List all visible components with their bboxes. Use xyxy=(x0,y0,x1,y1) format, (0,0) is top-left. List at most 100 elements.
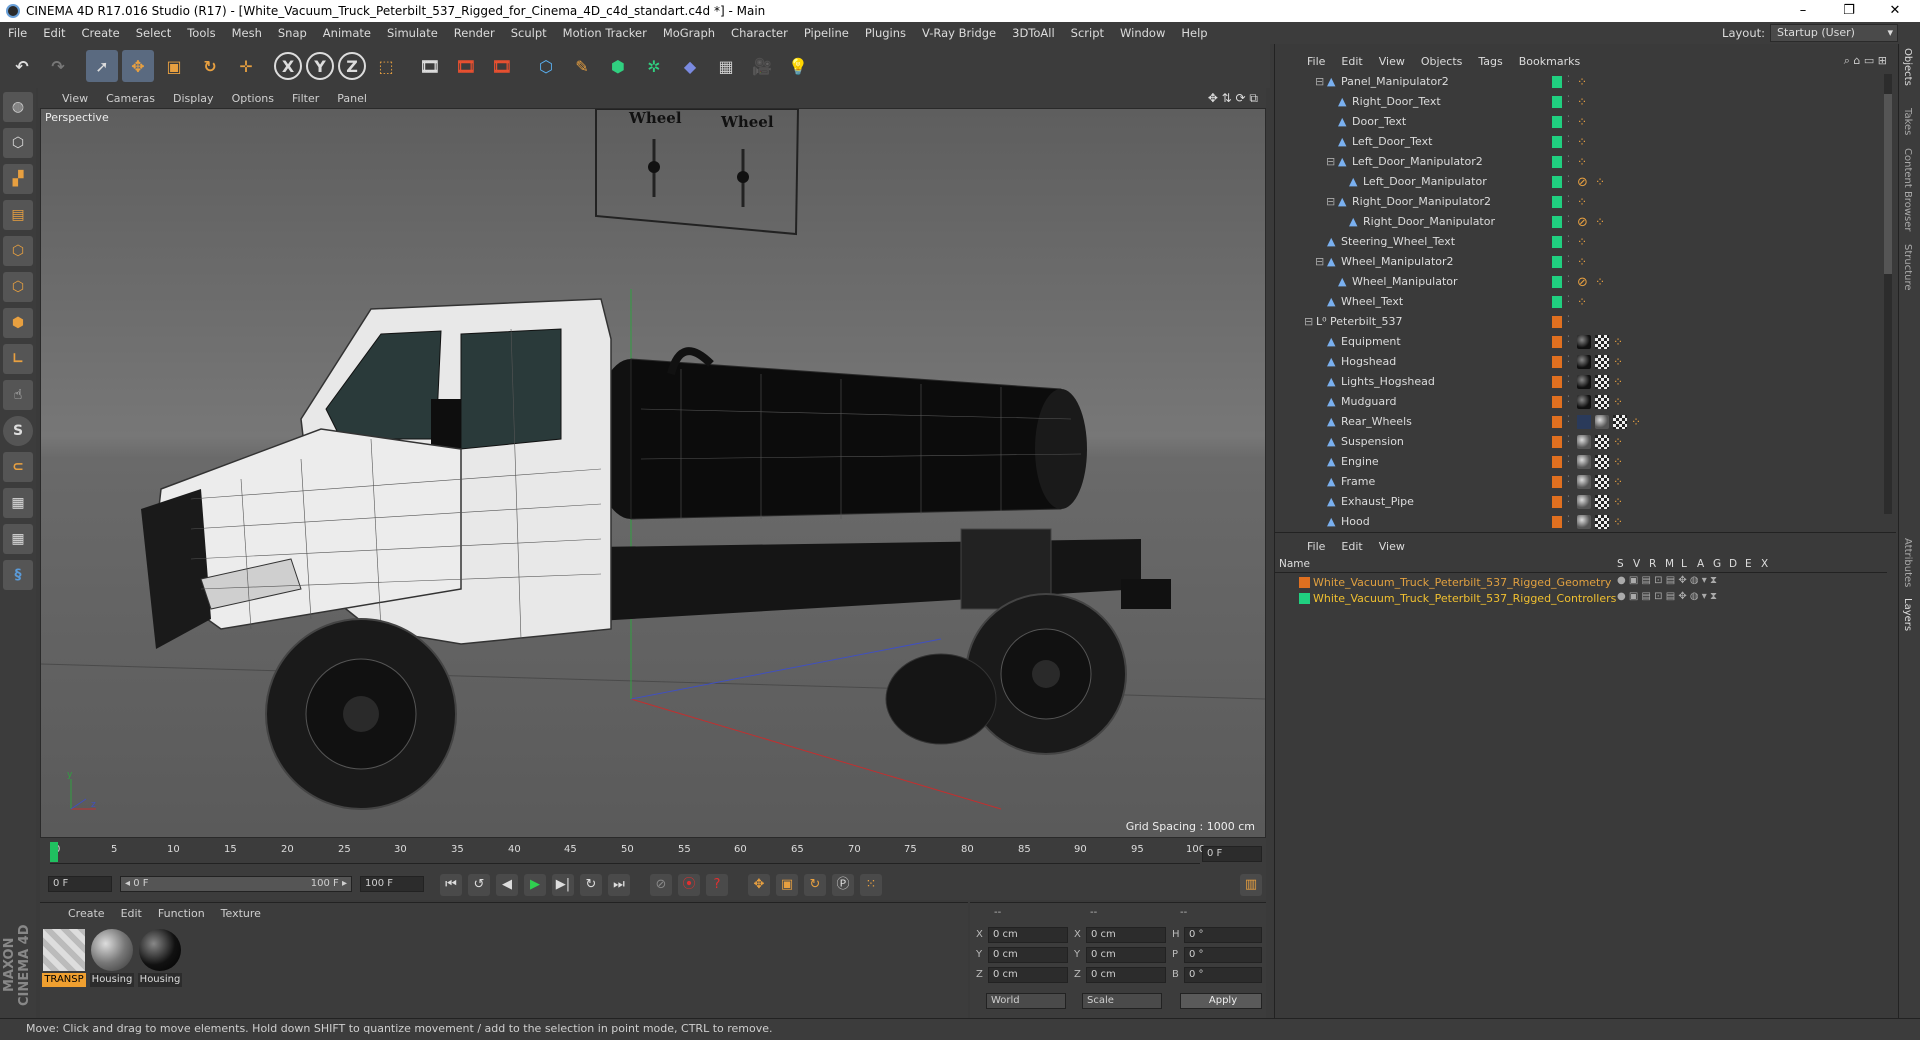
object-name[interactable]: Lights_Hogshead xyxy=(1341,375,1435,388)
object-row[interactable]: ▲ Engine ⁚ ⁘ xyxy=(1275,452,1887,472)
rotation-p-field[interactable]: 0 ° xyxy=(1184,947,1262,963)
python-icon[interactable]: § xyxy=(3,560,33,590)
key-rotation-icon[interactable]: ↻ xyxy=(804,874,826,896)
object-name[interactable]: Wheel_Manipulator2 xyxy=(1341,255,1454,268)
visibility-dots-icon[interactable]: ⁚ xyxy=(1567,195,1570,205)
layer-color-indicator[interactable] xyxy=(1552,196,1562,208)
perspective-viewport[interactable]: Perspective Wheel Wheel y z Grid Spacing… xyxy=(40,108,1266,838)
layer-name[interactable]: White_Vacuum_Truck_Peterbilt_537_Rigged_… xyxy=(1313,576,1611,589)
layer-color-indicator[interactable] xyxy=(1552,496,1562,508)
layer-color-indicator[interactable] xyxy=(1552,336,1562,348)
xpresso-tag-icon[interactable]: ⁘ xyxy=(1577,195,1591,209)
layer-menu-edit[interactable]: Edit xyxy=(1333,540,1370,553)
coordinate-system-icon[interactable]: ⬚ xyxy=(370,50,402,82)
material-tag-icon[interactable] xyxy=(1577,395,1591,409)
pen-spline-icon[interactable]: ✎ xyxy=(566,50,598,82)
texture-tag-icon[interactable] xyxy=(1595,475,1609,489)
previous-key-icon[interactable]: ↺ xyxy=(468,874,490,896)
obj-menu-edit[interactable]: Edit xyxy=(1333,55,1370,68)
mat-menu-texture[interactable]: Texture xyxy=(213,907,269,920)
material-swatch-transp[interactable]: TRANSP xyxy=(42,929,86,987)
tweak-icon[interactable]: ☝ xyxy=(3,380,33,410)
expand-toggle-icon[interactable]: ⊟ xyxy=(1326,195,1336,208)
object-row[interactable]: ⊟ ▲ Left_Door_Manipulator2 ⁚ ⁘ xyxy=(1275,152,1887,172)
menu-help[interactable]: Help xyxy=(1173,26,1215,40)
size-y-field[interactable]: 0 cm xyxy=(1086,947,1166,963)
xpresso-tag-icon[interactable]: ⁘ xyxy=(1631,415,1645,429)
object-name[interactable]: Right_Door_Manipulator xyxy=(1363,215,1495,228)
xpresso-tag-icon[interactable]: ⁘ xyxy=(1577,295,1591,309)
workplane-lock-icon[interactable]: ▦ xyxy=(3,488,33,518)
go-to-start-icon[interactable]: ⏮ xyxy=(440,874,462,896)
object-name[interactable]: Left_Door_Manipulator xyxy=(1363,175,1487,188)
position-x-field[interactable]: 0 cm xyxy=(988,927,1068,943)
expand-toggle-icon[interactable]: ⊟ xyxy=(1315,75,1325,88)
visibility-dots-icon[interactable]: ⁚ xyxy=(1567,215,1570,225)
xpresso-tag-icon[interactable]: ⁘ xyxy=(1613,375,1627,389)
xpresso-tag-icon[interactable]: ⁘ xyxy=(1577,95,1591,109)
xpresso-tag-icon[interactable]: ⁘ xyxy=(1577,75,1591,89)
layer-color-indicator[interactable] xyxy=(1552,516,1562,528)
object-name[interactable]: Panel_Manipulator2 xyxy=(1341,75,1449,88)
cloner-icon[interactable]: ✲ xyxy=(638,50,670,82)
object-name[interactable]: Steering_Wheel_Text xyxy=(1341,235,1455,248)
material-tag-icon[interactable] xyxy=(1577,435,1591,449)
layer-color-indicator[interactable] xyxy=(1552,96,1562,108)
subdivision-surface-icon[interactable]: ⬢ xyxy=(602,50,634,82)
layer-color-indicator[interactable] xyxy=(1552,116,1562,128)
next-key-icon[interactable]: ↻ xyxy=(580,874,602,896)
object-row[interactable]: ▲ Lights_Hogshead ⁚ ⁘ xyxy=(1275,372,1887,392)
visibility-dots-icon[interactable]: ⁚ xyxy=(1567,175,1570,185)
current-frame-field[interactable]: 0 F xyxy=(1202,846,1262,862)
scrollbar-thumb[interactable] xyxy=(1884,94,1892,274)
visibility-dots-icon[interactable]: ⁚ xyxy=(1567,375,1570,385)
visibility-dots-icon[interactable]: ⁚ xyxy=(1567,395,1570,405)
layer-color-swatch[interactable] xyxy=(1299,593,1310,604)
menu-mograph[interactable]: MoGraph xyxy=(655,26,723,40)
cube-primitive-icon[interactable]: ⬡ xyxy=(530,50,562,82)
render-picture-viewer-icon[interactable]: 🎞 xyxy=(450,50,482,82)
object-name[interactable]: Left_Door_Manipulator2 xyxy=(1352,155,1483,168)
xpresso-tag-icon[interactable]: ⁘ xyxy=(1613,355,1627,369)
layer-color-indicator[interactable] xyxy=(1552,256,1562,268)
live-selection-icon[interactable]: ✛ xyxy=(230,50,262,82)
texture-tag-icon[interactable] xyxy=(1595,375,1609,389)
layer-color-indicator[interactable] xyxy=(1552,176,1562,188)
vp-menu-cameras[interactable]: Cameras xyxy=(97,92,164,105)
object-row[interactable]: ▲ Left_Door_Manipulator ⁚ ⊘ ⁘ xyxy=(1275,172,1887,192)
material-tag-icon[interactable] xyxy=(1577,495,1591,509)
visibility-dots-icon[interactable]: ⁚ xyxy=(1567,455,1570,465)
obj-menu-file[interactable]: File xyxy=(1299,55,1333,68)
menu-edit[interactable]: Edit xyxy=(35,26,73,40)
select-arrow-icon[interactable]: ➚ xyxy=(86,50,118,82)
apply-button[interactable]: Apply xyxy=(1180,993,1262,1009)
material-swatch-housing-1[interactable]: Housing xyxy=(90,929,134,987)
undo-icon[interactable]: ↶ xyxy=(6,50,38,82)
side-tab-layers[interactable]: Layers xyxy=(1902,598,1913,631)
polygons-mode-icon[interactable]: ⬢ xyxy=(3,308,33,338)
material-tag-icon[interactable] xyxy=(1577,335,1591,349)
menu-create[interactable]: Create xyxy=(74,26,128,40)
vp-menu-view[interactable]: View xyxy=(38,92,97,105)
object-name[interactable]: Equipment xyxy=(1341,335,1401,348)
object-row[interactable]: ⊟ L⁰ Peterbilt_537 ⁚ xyxy=(1275,312,1887,332)
layer-color-indicator[interactable] xyxy=(1552,376,1562,388)
move-tool-icon[interactable]: ✥ xyxy=(122,50,154,82)
menu-tools[interactable]: Tools xyxy=(179,26,223,40)
material-swatch-housing-2[interactable]: Housing xyxy=(138,929,182,987)
coord-mode-dropdown[interactable]: Scale xyxy=(1082,993,1162,1009)
object-row[interactable]: ▲ Door_Text ⁚ ⁘ xyxy=(1275,112,1887,132)
texture-tag-icon[interactable] xyxy=(1595,335,1609,349)
axis-mode-icon[interactable]: ∟ xyxy=(3,344,33,374)
scale-tool-icon[interactable]: ▣ xyxy=(158,50,190,82)
layer-color-indicator[interactable] xyxy=(1552,276,1562,288)
side-tab-content-browser[interactable]: Content Browser xyxy=(1902,148,1913,231)
layer-color-indicator[interactable] xyxy=(1552,76,1562,88)
menu-mesh[interactable]: Mesh xyxy=(224,26,270,40)
protection-tag-icon[interactable]: ⊘ xyxy=(1577,175,1591,190)
mat-menu-function[interactable]: Function xyxy=(150,907,213,920)
object-row[interactable]: ▲ Right_Door_Text ⁚ ⁘ xyxy=(1275,92,1887,112)
menu-character[interactable]: Character xyxy=(723,26,796,40)
points-mode-icon[interactable]: ⬡ xyxy=(3,236,33,266)
close-button[interactable]: ✕ xyxy=(1872,0,1918,22)
